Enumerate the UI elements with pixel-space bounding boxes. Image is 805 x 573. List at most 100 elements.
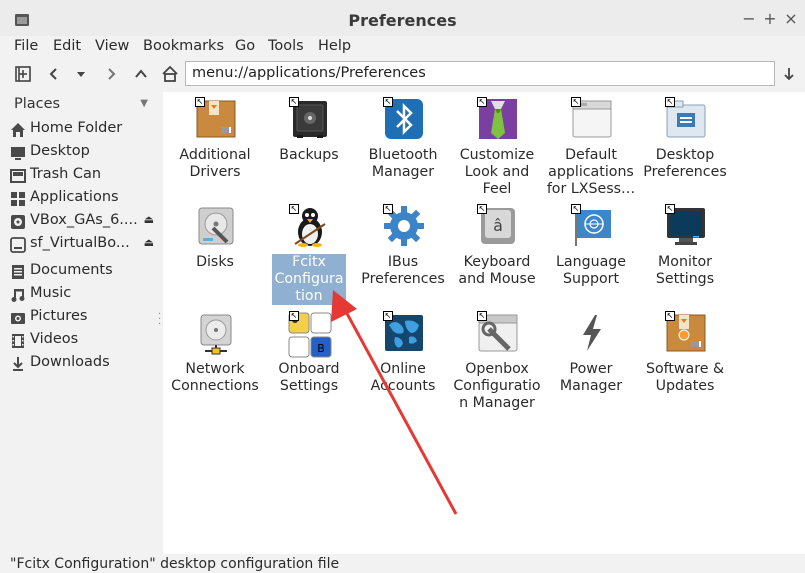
sidebar-item-applications[interactable]: Applications (8, 188, 158, 210)
symlink-badge-icon: ↖ (289, 97, 299, 107)
home-button[interactable] (159, 63, 181, 85)
item-label: Network Connections (171, 361, 259, 394)
symlink-badge-icon: ↖ (477, 204, 487, 214)
applications-icon (11, 192, 25, 206)
new-tab-button[interactable] (12, 63, 34, 85)
sidebar-item-pictures[interactable]: Pictures (8, 307, 158, 329)
menu-file[interactable]: File (14, 38, 38, 54)
symlink-badge-icon: ↖ (665, 311, 675, 321)
window-icon: ↖ (571, 97, 613, 141)
eject-icon[interactable]: ⏏ (144, 236, 154, 249)
sidebar-item-label: VBox_GAs_6.... (30, 212, 138, 228)
status-text: "Fcitx Configuration" desktop configurat… (10, 556, 340, 572)
item-label: Additional Drivers (179, 147, 251, 180)
disk-utility-icon (195, 204, 237, 248)
menu-help[interactable]: Help (318, 38, 351, 54)
sidebar-item-label: Pictures (30, 308, 88, 324)
menu-edit[interactable]: Edit (53, 38, 81, 54)
sidebar-item-videos[interactable]: Videos (8, 330, 158, 352)
sidebar-item-label: Home Folder (30, 120, 123, 136)
world-map-icon: ↖ (383, 311, 425, 355)
jump-arrow-icon (784, 68, 794, 81)
svg-text:â: â (493, 216, 503, 235)
network-drive-icon (195, 311, 237, 355)
sidebar-item-documents[interactable]: Documents (8, 261, 158, 283)
item-label: Openbox Configuration Manager (453, 361, 541, 411)
address-bar[interactable]: menu://applications/Preferences (185, 61, 775, 86)
maximize-button[interactable]: + (761, 10, 779, 28)
sidebar-item-downloads[interactable]: Downloads (8, 353, 158, 375)
symlink-badge-icon: ↖ (195, 97, 205, 107)
sidebar-item-label: Downloads (30, 354, 110, 370)
item-label: Customize Look and Feel (459, 147, 535, 197)
onboard-keyboard-icon: B ↖ (288, 311, 332, 358)
file-manager-window: Preferences − + × File Edit View Bookmar… (0, 0, 805, 573)
item-label: Disks (196, 254, 234, 270)
un-flag-icon: ↖ (571, 204, 613, 248)
trash-icon (10, 169, 26, 183)
music-icon (11, 289, 25, 302)
symlink-badge-icon: ↖ (383, 204, 393, 214)
sidebar-item-desktop[interactable]: Desktop (8, 142, 158, 164)
sidebar-item-label: Desktop (30, 143, 90, 159)
sidebar-item-sf-virtualbox[interactable]: sf_VirtualBo... ⏏ (8, 234, 158, 256)
gear-icon: ↖ (383, 204, 425, 248)
up-button[interactable] (130, 63, 152, 85)
eject-icon[interactable]: ⏏ (144, 213, 154, 226)
title-bar[interactable]: Preferences − + × (0, 0, 805, 36)
menu-bookmarks[interactable]: Bookmarks (143, 38, 224, 54)
sidebar-item-label: Music (30, 285, 72, 301)
sidebar-item-label: Applications (30, 189, 119, 205)
tie-icon: ↖ (477, 97, 519, 141)
places-selector[interactable]: Places ▼ (6, 92, 156, 116)
back-button[interactable] (43, 63, 65, 85)
sidebar-item-home-folder[interactable]: Home Folder (8, 119, 158, 141)
bluetooth-icon: ↖ (383, 97, 425, 141)
menu-bar: File Edit View Bookmarks Go Tools Help (0, 36, 805, 58)
item-label: Default applications for LXSess… (546, 147, 636, 197)
item-label: Bluetooth Manager (368, 147, 438, 180)
svg-text:B: B (317, 342, 325, 355)
close-button[interactable]: × (782, 10, 800, 28)
home-icon (162, 65, 178, 82)
places-label: Places (14, 96, 61, 112)
history-dropdown-button[interactable] (70, 63, 92, 85)
item-label: Desktop Preferences (643, 147, 727, 180)
downloads-icon (13, 357, 23, 371)
new-tab-icon (15, 66, 31, 82)
sidebar-item-music[interactable]: Music (8, 284, 158, 306)
pane-resize-handle[interactable]: · · · (158, 310, 162, 330)
item-label: Onboard Settings (278, 361, 340, 394)
chevron-left-icon (49, 68, 57, 80)
openbox-icon: ↖ (477, 311, 519, 355)
symlink-badge-icon: ↖ (383, 311, 393, 321)
menu-go[interactable]: Go (235, 38, 255, 54)
symlink-badge-icon: ↖ (383, 97, 393, 107)
safe-icon: ↖ (289, 97, 331, 141)
item-label: Fcitx Configuration (272, 254, 346, 305)
item-label: Backups (279, 147, 339, 163)
pictures-icon (11, 313, 25, 324)
minimize-button[interactable]: − (740, 10, 758, 28)
menu-tools[interactable]: Tools (268, 38, 304, 54)
symlink-badge-icon: ↖ (571, 204, 581, 214)
go-button[interactable] (779, 63, 801, 85)
power-bolt-icon (571, 311, 613, 355)
status-bar: "Fcitx Configuration" desktop configurat… (0, 554, 805, 573)
sidebar-item-label: Videos (30, 331, 79, 347)
sidebar-item-vbox-gas[interactable]: VBox_GAs_6.... ⏏ (8, 211, 158, 233)
caret-down-icon (77, 72, 85, 77)
sidebar-item-trash-can[interactable]: Trash Can (8, 165, 158, 187)
window-title: Preferences (348, 11, 457, 30)
symlink-badge-icon: ↖ (289, 204, 299, 214)
sidebar-item-label: sf_VirtualBo... (30, 235, 130, 251)
forward-button[interactable] (100, 63, 122, 85)
drive-icon (10, 237, 26, 253)
documents-icon (12, 265, 24, 279)
monitor-icon: ↖ (665, 204, 707, 248)
menu-view[interactable]: View (95, 38, 129, 54)
package-icon: ↖ (195, 97, 237, 141)
videos-icon (12, 334, 24, 348)
side-panel: Places ▼ Home Folder Desktop Trash Can A… (0, 92, 158, 554)
sidebar-item-label: Trash Can (30, 166, 102, 182)
